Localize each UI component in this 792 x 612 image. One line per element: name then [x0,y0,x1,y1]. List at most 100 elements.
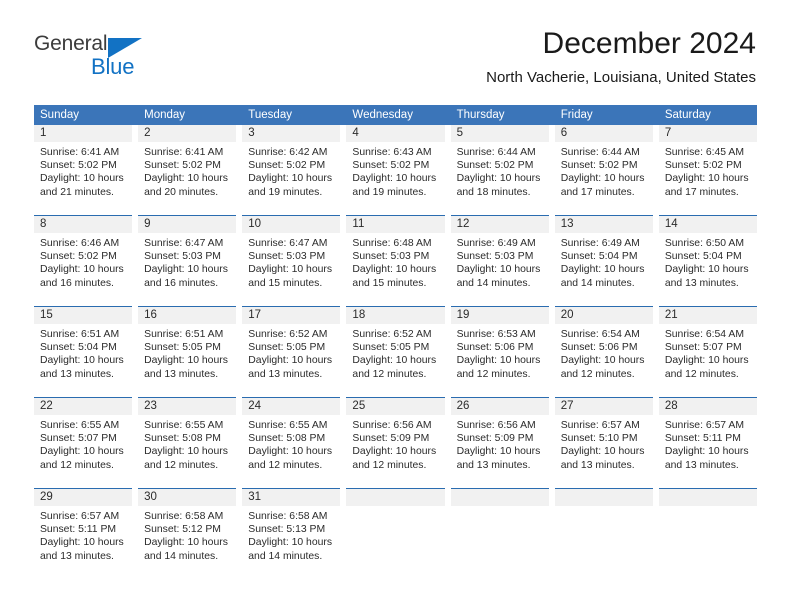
calendar-week-row: 8 Sunrise: 6:46 AM Sunset: 5:02 PM Daylight… [34,215,757,307]
day-details: Sunrise: 6:45 AM Sunset: 5:02 PM Daylight:… [659,142,757,199]
calendar-day-cell[interactable]: 16 Sunrise: 6:51 AM Sunset: 5:05 PM Dayligh… [138,306,237,398]
daylight-text-line1: Daylight: 10 hours [352,355,437,367]
daylight-text-line2: and 18 minutes. [456,186,531,198]
calendar-day-cell[interactable]: 12 Sunrise: 6:49 AM Sunset: 5:03 PM Dayligh… [450,215,549,307]
sunset-text: Sunset: 5:08 PM [144,433,221,445]
daylight-text-line1: Daylight: 10 hours [664,446,749,458]
sunrise-text: Sunrise: 6:58 AM [144,511,224,522]
calendar-day-cell[interactable] [554,488,653,579]
daylight-text-line1: Daylight: 10 hours [456,355,541,367]
day-number: 18 [346,307,445,324]
calendar-day-cell[interactable]: 14 Sunrise: 6:50 AM Sunset: 5:04 PM Dayligh… [658,215,757,307]
sunset-text: Sunset: 5:02 PM [40,160,117,172]
calendar-day-cell[interactable]: 23 Sunrise: 6:55 AM Sunset: 5:08 PM Dayligh… [138,397,237,489]
daylight-text-line2: and 13 minutes. [560,459,635,471]
calendar-day-cell[interactable]: 10 Sunrise: 6:47 AM Sunset: 5:03 PM Dayligh… [242,215,341,307]
sunset-text: Sunset: 5:08 PM [248,433,326,445]
calendar-day-cell[interactable]: 30 Sunrise: 6:58 AM Sunset: 5:12 PM Dayligh… [138,488,237,579]
daylight-text-line2: and 13 minutes. [40,550,114,562]
page-subtitle: North Vacherie, Louisiana, United States [486,69,756,86]
day-cell-inner: 9 Sunrise: 6:47 AM Sunset: 5:03 PM Daylight… [138,216,237,306]
calendar-day-cell[interactable]: 21 Sunrise: 6:54 AM Sunset: 5:07 PM Dayligh… [658,306,757,398]
sunrise-text: Sunrise: 6:55 AM [144,420,224,431]
day-details: Sunrise: 6:46 AM Sunset: 5:02 PM Daylight:… [34,233,132,290]
calendar-day-cell[interactable] [450,488,549,579]
day-cell-inner [346,489,445,579]
calendar-day-cell[interactable]: 25 Sunrise: 6:56 AM Sunset: 5:09 PM Dayligh… [346,397,445,489]
sunrise-text: Sunrise: 6:57 AM [40,511,120,522]
day-details: Sunrise: 6:56 AM Sunset: 5:09 PM Daylight:… [451,415,549,472]
calendar-day-cell[interactable]: 19 Sunrise: 6:53 AM Sunset: 5:06 PM Dayligh… [450,306,549,398]
daylight-text-line2: and 14 minutes. [248,550,323,562]
calendar-day-cell[interactable]: 7 Sunrise: 6:45 AM Sunset: 5:02 PM Daylight… [658,125,757,216]
daylight-text-line1: Daylight: 10 hours [560,173,645,185]
day-details: Sunrise: 6:57 AM Sunset: 5:11 PM Daylight:… [659,415,757,472]
day-number: 9 [138,216,237,233]
day-number: 28 [658,398,757,415]
calendar-day-cell[interactable]: 15 Sunrise: 6:51 AM Sunset: 5:04 PM Dayligh… [34,306,133,398]
day-details [555,506,653,510]
daylight-text-line2: and 12 minutes. [560,368,635,380]
day-number [346,489,445,506]
day-number: 8 [34,216,133,233]
sunset-text: Sunset: 5:03 PM [144,251,221,263]
daylight-text-line1: Daylight: 10 hours [40,264,124,276]
calendar-day-cell[interactable]: 6 Sunrise: 6:44 AM Sunset: 5:02 PM Daylight… [554,125,653,216]
calendar-week-row: 1 Sunrise: 6:41 AM Sunset: 5:02 PM Daylight… [34,125,757,216]
calendar-day-cell[interactable]: 31 Sunrise: 6:58 AM Sunset: 5:13 PM Dayligh… [242,488,341,579]
sunset-text: Sunset: 5:11 PM [664,433,741,445]
calendar-day-cell[interactable]: 20 Sunrise: 6:54 AM Sunset: 5:06 PM Dayligh… [554,306,653,398]
calendar-page: General Blue December 2024 North Vacheri… [0,0,792,612]
day-number: 6 [554,125,653,142]
daylight-text-line2: and 12 minutes. [248,459,323,471]
calendar-day-cell[interactable]: 27 Sunrise: 6:57 AM Sunset: 5:10 PM Dayligh… [554,397,653,489]
calendar-day-cell[interactable]: 4 Sunrise: 6:43 AM Sunset: 5:02 PM Daylight… [346,125,445,216]
calendar-day-cell[interactable]: 9 Sunrise: 6:47 AM Sunset: 5:03 PM Daylight… [138,215,237,307]
daylight-text-line1: Daylight: 10 hours [664,173,749,185]
day-details: Sunrise: 6:50 AM Sunset: 5:04 PM Daylight:… [659,233,757,290]
calendar-day-cell[interactable] [346,488,445,579]
daylight-text-line1: Daylight: 10 hours [352,173,437,185]
sunset-text: Sunset: 5:05 PM [248,342,326,354]
sunrise-text: Sunrise: 6:51 AM [40,329,120,340]
day-cell-inner [450,489,549,579]
day-number: 21 [658,307,757,324]
daylight-text-line1: Daylight: 10 hours [248,264,333,276]
calendar-day-cell[interactable]: 24 Sunrise: 6:55 AM Sunset: 5:08 PM Dayligh… [242,397,341,489]
calendar-day-cell[interactable]: 17 Sunrise: 6:52 AM Sunset: 5:05 PM Dayligh… [242,306,341,398]
sunset-text: Sunset: 5:03 PM [248,251,326,263]
calendar-day-cell[interactable]: 26 Sunrise: 6:56 AM Sunset: 5:09 PM Dayligh… [450,397,549,489]
calendar-day-cell[interactable]: 18 Sunrise: 6:52 AM Sunset: 5:05 PM Dayligh… [346,306,445,398]
sunrise-text: Sunrise: 6:52 AM [248,329,328,340]
day-cell-inner: 8 Sunrise: 6:46 AM Sunset: 5:02 PM Daylight… [34,216,133,306]
day-number: 10 [242,216,341,233]
daylight-text-line1: Daylight: 10 hours [144,446,228,458]
day-details: Sunrise: 6:49 AM Sunset: 5:03 PM Daylight:… [451,233,549,290]
calendar-day-cell[interactable]: 3 Sunrise: 6:42 AM Sunset: 5:02 PM Daylight… [242,125,341,216]
calendar-day-cell[interactable]: 11 Sunrise: 6:48 AM Sunset: 5:03 PM Dayligh… [346,215,445,307]
calendar-day-cell[interactable]: 28 Sunrise: 6:57 AM Sunset: 5:11 PM Dayligh… [658,397,757,489]
daylight-text-line1: Daylight: 10 hours [248,537,333,549]
daylight-text-line1: Daylight: 10 hours [664,264,749,276]
calendar-day-cell[interactable] [658,488,757,579]
title-block: December 2024 North Vacherie, Louisiana,… [486,26,756,87]
weekday-header-saturday: Saturday [658,105,757,125]
calendar-day-cell[interactable]: 2 Sunrise: 6:41 AM Sunset: 5:02 PM Daylight… [138,125,237,216]
day-number: 19 [450,307,549,324]
daylight-text-line1: Daylight: 10 hours [352,446,437,458]
calendar-day-cell[interactable]: 1 Sunrise: 6:41 AM Sunset: 5:02 PM Daylight… [34,125,133,216]
day-number: 1 [34,125,133,142]
calendar-day-cell[interactable]: 29 Sunrise: 6:57 AM Sunset: 5:11 PM Dayligh… [34,488,133,579]
sunset-text: Sunset: 5:09 PM [352,433,430,445]
calendar-day-cell[interactable]: 5 Sunrise: 6:44 AM Sunset: 5:02 PM Daylight… [450,125,549,216]
day-cell-inner: 24 Sunrise: 6:55 AM Sunset: 5:08 PM Dayligh… [242,398,341,488]
daylight-text-line1: Daylight: 10 hours [40,537,124,549]
day-number: 13 [554,216,653,233]
weekday-header-friday: Friday [554,105,653,125]
sunset-text: Sunset: 5:13 PM [248,524,326,536]
calendar-day-cell[interactable]: 8 Sunrise: 6:46 AM Sunset: 5:02 PM Daylight… [34,215,133,307]
calendar-day-cell[interactable]: 13 Sunrise: 6:49 AM Sunset: 5:04 PM Dayligh… [554,215,653,307]
calendar-day-cell[interactable]: 22 Sunrise: 6:55 AM Sunset: 5:07 PM Dayligh… [34,397,133,489]
daylight-text-line2: and 12 minutes. [352,459,427,471]
general-blue-logo[interactable]: General Blue [34,32,164,84]
